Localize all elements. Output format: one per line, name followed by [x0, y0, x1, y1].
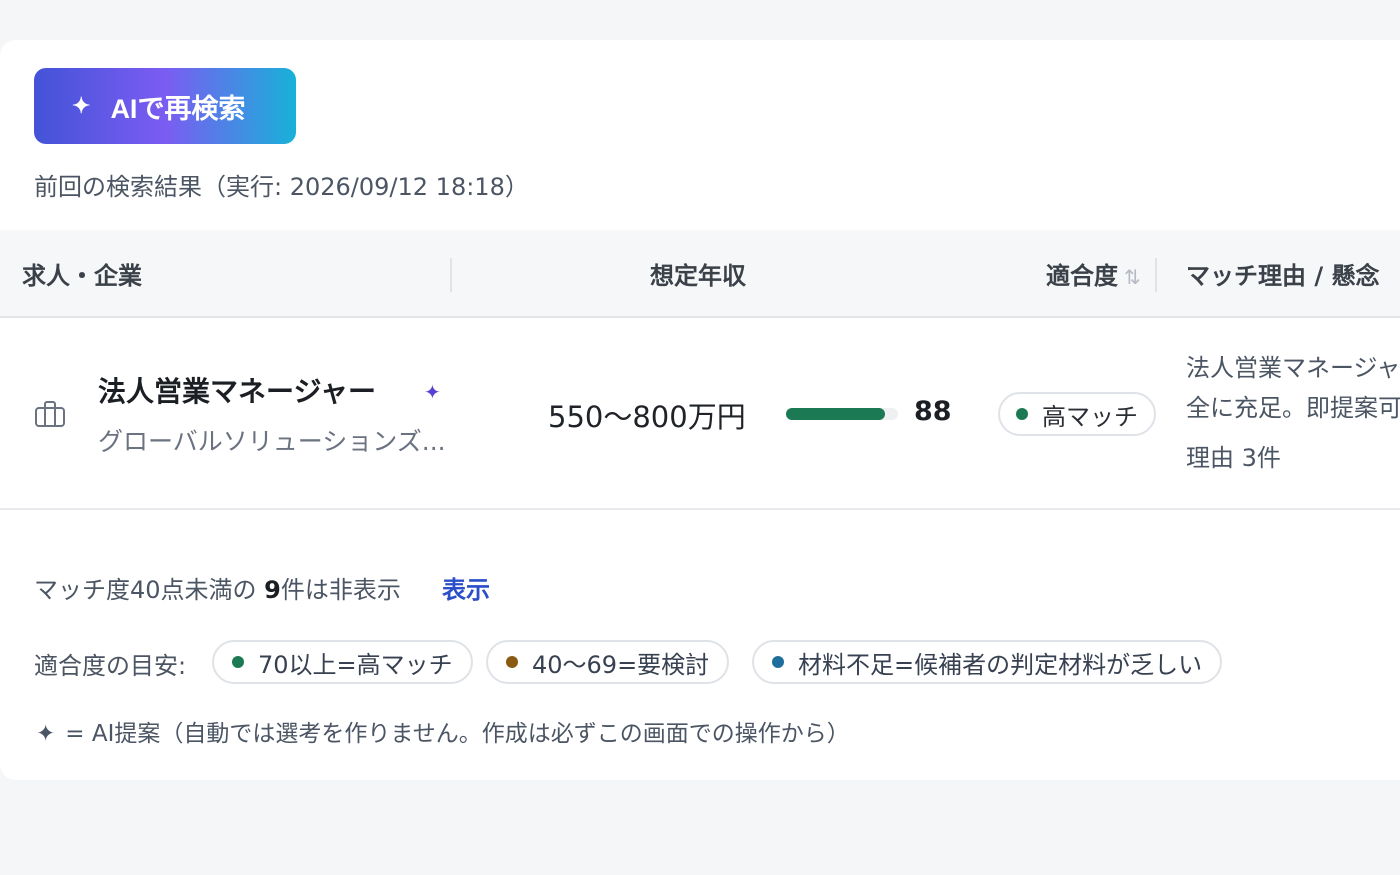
legend-chip-label: 材料不足=候補者の判定材料が乏しい	[798, 650, 1203, 679]
score-bar-fill	[786, 408, 885, 420]
ai-research-label: AIで再検索	[110, 93, 246, 124]
legend-chip-high: 70以上=高マッチ	[212, 640, 473, 684]
sparkle-icon: ✦	[72, 93, 91, 118]
score-value: 88	[914, 396, 952, 427]
header-reason: マッチ理由 / 懸念	[1186, 262, 1380, 290]
ai-research-button[interactable]: ✦ AIで再検索	[34, 68, 296, 144]
legend-chip-label: 70以上=高マッチ	[258, 650, 453, 679]
hidden-count: 9	[264, 576, 281, 604]
fit-badge-label: 高マッチ	[1042, 402, 1138, 431]
table-header: 求人・企業 想定年収 適合度 ⇅ マッチ理由 / 懸念	[0, 230, 1400, 318]
ai-suggested-icon: ✦	[424, 380, 441, 404]
status-dot-icon	[232, 656, 244, 668]
show-hidden-link[interactable]: 表示	[442, 570, 490, 605]
reason-line-1: 法人営業マネージャ	[1186, 354, 1400, 382]
sparkle-icon: ✦	[36, 721, 56, 747]
salary-range: 550〜800万円	[548, 400, 746, 434]
results-card: ✦ AIで再検索 前回の検索結果（実行: 2026/09/12 18:18） 求…	[0, 40, 1400, 780]
ai-footnote: ✦ = AI提案（自動では選考を作りません。作成は必ずこの画面での操作から）	[36, 714, 850, 748]
header-fit[interactable]: 適合度 ⇅	[1046, 256, 1141, 291]
status-dot-icon	[772, 656, 784, 668]
fit-badge: 高マッチ	[998, 392, 1156, 436]
column-divider[interactable]	[450, 258, 452, 292]
previous-results-label: 前回の検索結果（実行: 2026/09/12 18:18）	[34, 173, 529, 201]
legend-label: 適合度の目安:	[34, 652, 187, 680]
status-dot-icon	[1016, 408, 1028, 420]
hidden-results-note: マッチ度40点未満の 9件は非表示	[34, 570, 401, 605]
hidden-note-prefix: マッチ度40点未満の	[34, 576, 265, 604]
legend-chip-label: 40〜69=要検討	[532, 650, 710, 679]
company-name: グローバルソリューションズ...	[98, 427, 446, 456]
hidden-note-suffix: 件は非表示	[280, 576, 401, 604]
column-divider[interactable]	[1155, 258, 1157, 292]
briefcase-icon	[34, 400, 66, 432]
reason-count-link[interactable]: 理由 3件	[1186, 438, 1281, 473]
table-row[interactable]: 法人営業マネージャー ✦ グローバルソリューションズ... 550〜800万円 …	[0, 318, 1400, 510]
sort-icon[interactable]: ⇅	[1124, 265, 1141, 289]
status-dot-icon	[506, 656, 518, 668]
job-title[interactable]: 法人営業マネージャー	[98, 370, 376, 410]
footnote-text: = AI提案（自動では選考を作りません。作成は必ずこの画面での操作から）	[65, 721, 850, 747]
score-bar	[786, 408, 898, 420]
legend-chip-review: 40〜69=要検討	[486, 640, 730, 684]
reason-line-2: 全に充足。即提案可	[1186, 394, 1400, 422]
header-salary: 想定年収	[650, 262, 746, 290]
header-job-company: 求人・企業	[22, 262, 142, 290]
header-fit-label: 適合度	[1046, 262, 1118, 290]
legend-chip-insufficient: 材料不足=候補者の判定材料が乏しい	[752, 640, 1223, 684]
